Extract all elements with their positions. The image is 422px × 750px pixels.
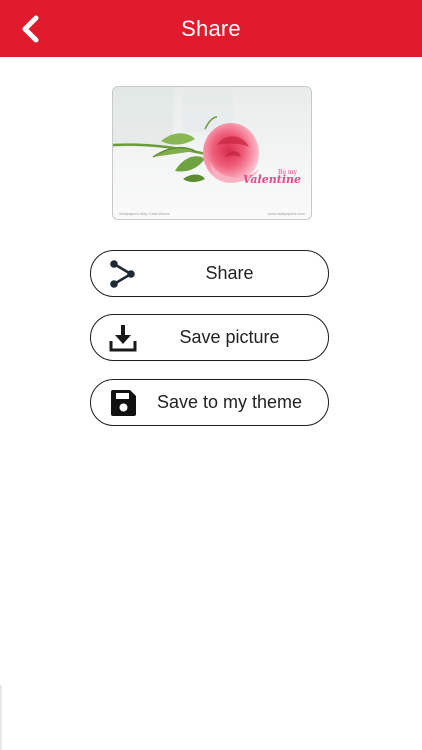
back-button[interactable] <box>16 14 44 44</box>
save-to-theme-button[interactable]: Save to my theme <box>90 379 329 426</box>
share-icon <box>110 260 135 288</box>
floppy-disk-icon <box>111 390 136 416</box>
chevron-left-icon <box>22 15 39 43</box>
preview-image: Be my Valentine Wallpapers May Card Work… <box>112 86 312 220</box>
share-button[interactable]: Share <box>90 250 329 297</box>
share-label: Share <box>205 263 254 283</box>
edge-divider <box>0 685 2 750</box>
preview-fine-print-left: Wallpapers May Card Works <box>119 211 170 216</box>
page-title: Share <box>181 15 241 41</box>
rose-image <box>113 87 311 219</box>
preview-title: Valentine <box>242 173 301 186</box>
save-picture-label: Save picture <box>179 327 280 347</box>
save-picture-button[interactable]: Save picture <box>90 314 329 361</box>
top-bar: Share <box>0 0 422 57</box>
download-icon <box>109 325 137 352</box>
preview-fine-print-right: www.wallpapers.com <box>267 211 305 216</box>
save-to-theme-label: Save to my theme <box>156 392 303 412</box>
